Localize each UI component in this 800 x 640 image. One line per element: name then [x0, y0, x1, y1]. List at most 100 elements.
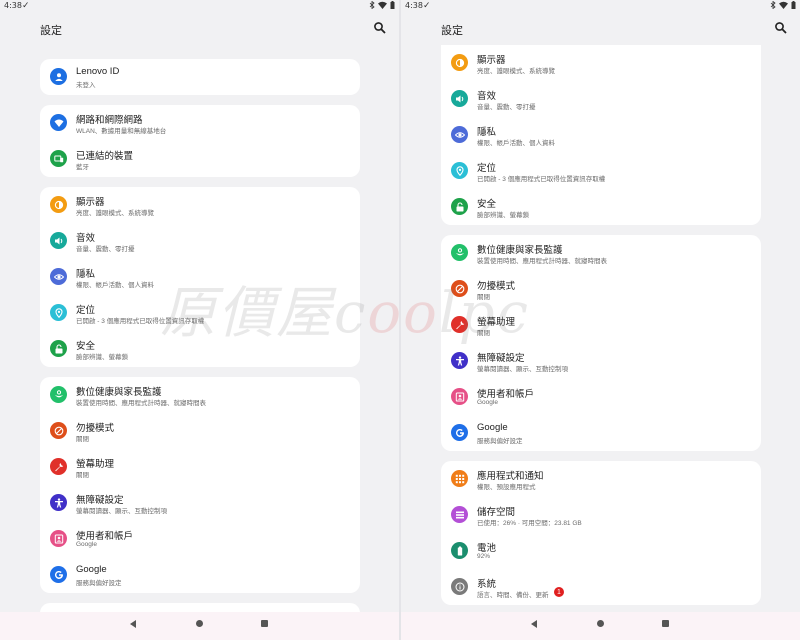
settings-item-title: 安全	[477, 199, 497, 210]
status-bar: 4:38 ✓	[401, 0, 800, 12]
lock-icon	[50, 340, 67, 357]
settings-item[interactable]: 已連結的裝置 藍牙	[40, 141, 360, 177]
settings-item-title: 顯示器	[477, 55, 506, 66]
settings-item-subtitle: Google	[477, 399, 498, 406]
settings-item[interactable]: 儲存空間已使用：26% · 可用空間：23.81 GB	[441, 497, 761, 533]
display-icon	[451, 54, 468, 71]
settings-item[interactable]: 隱私 權限、帳戶活動、個人資料	[40, 259, 360, 295]
settings-panel-left: 4:38 ✓ 設定 Lenovo ID 未登入 網路和網際網路 WLAN、數據用量和…	[0, 0, 399, 640]
settings-item-title: 儲存空間	[477, 507, 516, 518]
settings-item-title: Lenovo ID	[76, 66, 120, 77]
settings-item-subtitle: 權限、帳戶活動、個人資料	[76, 282, 154, 289]
devices-icon	[50, 150, 67, 167]
page-title: 設定	[40, 25, 62, 37]
settings-item[interactable]: Google 服務與偏好設定	[441, 415, 761, 451]
settings-item[interactable]: 使用者和帳戶 Google	[40, 521, 360, 557]
settings-item[interactable]: Google 服務與偏好設定	[40, 557, 360, 593]
settings-card: 顯示器 亮度、護眼模式、系統導覽 音效 音量、震動、零打擾 隱私 權限、帳戶活動、個人資料…	[40, 187, 360, 367]
settings-item[interactable]: 顯示器 亮度、護眼模式、系統導覽	[40, 187, 360, 223]
recents-icon[interactable]	[662, 620, 669, 627]
settings-item[interactable]: 安全 臉部辨識、螢幕鎖	[441, 189, 761, 225]
settings-card: 網路和網際網路 WLAN、數據用量和無線基地台 已連結的裝置 藍牙	[40, 105, 360, 177]
settings-item[interactable]: 數位健康與家長監護 裝置使用時間、應用程式計時器、就寢時間表	[441, 235, 761, 271]
settings-item-subtitle: 已開啟 - 3 個應用程式已取得位置資訊存取權	[477, 176, 606, 183]
home-icon[interactable]	[196, 620, 203, 627]
settings-item[interactable]: 系統 語言、時間、備份、更新 1	[441, 569, 761, 605]
settings-item[interactable]: Lenovo ID 未登入	[40, 59, 360, 95]
settings-item-title: 使用者和帳戶	[76, 531, 134, 542]
settings-item-subtitle: 螢幕閱讀器、顯示、互動控制項	[477, 366, 568, 373]
sound-icon	[451, 90, 468, 107]
google-icon	[50, 566, 67, 583]
settings-item-subtitle: 服務與偏好設定	[76, 580, 122, 587]
settings-item[interactable]: 顯示器亮度、護眼模式、系統導覽	[441, 45, 761, 81]
settings-item[interactable]: 定位 已開啟 - 3 個應用程式已取得位置資訊存取權	[441, 153, 761, 189]
apps-icon	[451, 470, 468, 487]
battery-status-icon	[390, 1, 395, 9]
settings-item[interactable]: 電池 92%	[441, 533, 761, 569]
accessibility-icon	[50, 494, 67, 511]
sound-icon	[50, 232, 67, 249]
location-icon	[451, 162, 468, 179]
settings-item[interactable]: 音效 音量、震動、零打擾	[441, 81, 761, 117]
settings-item-subtitle: 已使用：26% · 可用空間：23.81 GB	[477, 520, 582, 527]
info-icon	[451, 578, 468, 595]
settings-item[interactable]: 無障礙設定 螢幕閱讀器、顯示、互動控制項	[40, 485, 360, 521]
lock-icon	[451, 198, 468, 215]
settings-item[interactable]: 安全 臉部辨識、螢幕鎖	[40, 331, 360, 367]
settings-item-subtitle: 藍牙	[76, 164, 89, 171]
settings-item-subtitle: 關閉	[477, 294, 490, 301]
settings-item-subtitle: 亮度、護眼模式、系統導覽	[76, 210, 154, 217]
settings-item[interactable]: 勿擾模式 關閉	[40, 413, 360, 449]
settings-item[interactable]: 勿擾模式 關閉	[441, 271, 761, 307]
recents-icon[interactable]	[261, 620, 268, 627]
settings-item-subtitle: 語言、時間、備份、更新	[477, 592, 549, 599]
settings-item-title: Google	[76, 564, 107, 575]
settings-item-subtitle: 音量、震動、零打擾	[76, 246, 135, 253]
app-bar: 設定	[401, 12, 800, 45]
settings-item-subtitle: 臉部辨識、螢幕鎖	[76, 354, 128, 361]
contact-icon	[50, 530, 67, 547]
settings-item-subtitle: 已開啟 - 3 個應用程式已取得位置資訊存取權	[76, 318, 205, 325]
settings-item[interactable]: 網路和網際網路 WLAN、數據用量和無線基地台	[40, 105, 360, 141]
settings-item-subtitle: 未登入	[76, 82, 96, 89]
settings-item[interactable]: 隱私 權限、帳戶活動、個人資料	[441, 117, 761, 153]
home-icon[interactable]	[597, 620, 604, 627]
search-icon[interactable]	[373, 21, 387, 35]
settings-item-subtitle: 關閉	[76, 472, 89, 479]
search-icon[interactable]	[774, 21, 788, 35]
settings-item[interactable]: 使用者和帳戶 Google	[441, 379, 761, 415]
settings-card: 數位健康與家長監護 裝置使用時間、應用程式計時器、就寢時間表 勿擾模式 關閉螢幕助理關…	[40, 377, 360, 593]
settings-item-title: 螢幕助理	[76, 459, 115, 470]
settings-item[interactable]: 音效 音量、震動、零打擾	[40, 223, 360, 259]
contact-icon	[451, 388, 468, 405]
wellbeing-icon	[50, 386, 67, 403]
storage-icon	[451, 506, 468, 523]
settings-item-title: 無障礙設定	[477, 353, 525, 364]
settings-item[interactable]: 數位健康與家長監護 裝置使用時間、應用程式計時器、就寢時間表	[40, 377, 360, 413]
battery-status-icon	[791, 1, 796, 9]
settings-item-title: 螢幕助理	[477, 317, 516, 328]
settings-item-title: 電池	[477, 543, 497, 554]
settings-item-title: Google	[477, 422, 508, 433]
back-icon[interactable]	[531, 620, 537, 628]
navigation-bar	[0, 612, 399, 640]
settings-item-subtitle: 權限、帳戶活動、個人資料	[477, 140, 555, 147]
settings-item[interactable]: 螢幕助理 關閉	[441, 307, 761, 343]
bluetooth-icon	[770, 0, 776, 10]
settings-item[interactable]: 定位 已開啟 - 3 個應用程式已取得位置資訊存取權	[40, 295, 360, 331]
settings-card: 顯示器亮度、護眼模式、系統導覽音效 音量、震動、零打擾 隱私 權限、帳戶活動、個人資料…	[441, 45, 761, 225]
settings-card: Lenovo ID 未登入	[40, 59, 360, 95]
settings-item[interactable]: 應用程式和通知 權限、預設應用程式	[441, 461, 761, 497]
notification-check-icon: ✓	[423, 0, 431, 10]
settings-item[interactable]: 螢幕助理 關閉	[40, 449, 360, 485]
status-bar: 4:38 ✓	[0, 0, 399, 12]
settings-item-subtitle: 關閉	[477, 330, 490, 337]
settings-item-title: 音效	[477, 91, 497, 102]
account-icon	[50, 68, 67, 85]
back-icon[interactable]	[130, 620, 136, 628]
google-icon	[451, 424, 468, 441]
settings-item-title: 勿擾模式	[477, 281, 516, 292]
settings-item-subtitle: 亮度、護眼模式、系統導覽	[477, 68, 555, 75]
settings-item[interactable]: 無障礙設定螢幕閱讀器、顯示、互動控制項	[441, 343, 761, 379]
